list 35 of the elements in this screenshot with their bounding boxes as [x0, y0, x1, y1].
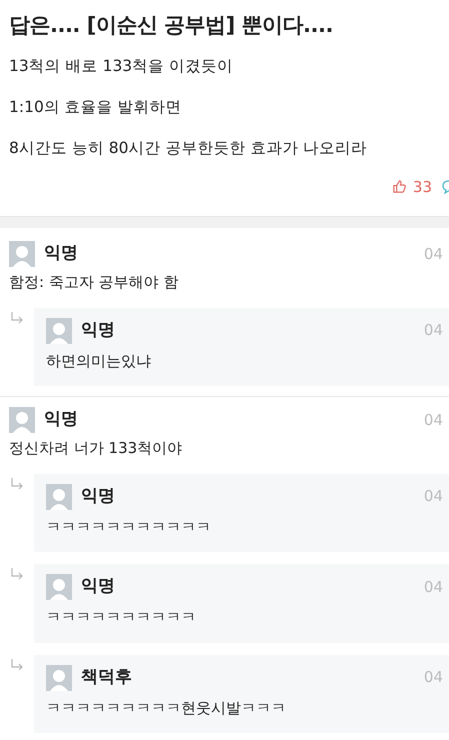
reply-text: ㅋㅋㅋㅋㅋㅋㅋㅋㅋㅋ [46, 607, 197, 628]
avatar-icon [46, 484, 72, 510]
avatar-icon [9, 241, 35, 267]
reply-arrow-icon [10, 658, 24, 670]
author-name: 책덕후 [81, 666, 132, 689]
post-paragraph: 13척의 배로 133척을 이겼듯이 [9, 56, 234, 76]
reply-text: ㅋㅋㅋㅋㅋㅋㅋㅋㅋ현웃시발ㅋㅋㅋ [46, 698, 287, 718]
thumbs-up-icon [392, 179, 407, 194]
avatar-icon [46, 574, 72, 600]
author-name: 익명 [81, 318, 115, 342]
post-paragraph: 8시간도 능히 80시간 공부한듯한 효과가 나오리라 [9, 138, 368, 158]
comment-icon [442, 179, 449, 194]
reply-text: ㅋㅋㅋㅋㅋㅋㅋㅋㅋㅋㅋ [46, 516, 212, 538]
post-paragraph: 1:10의 효율을 발휘하면 [9, 96, 183, 116]
reply-arrow-icon [10, 312, 24, 324]
author-name: 익명 [81, 575, 115, 598]
like-count: 33 [412, 176, 432, 198]
reply-arrow-icon [10, 478, 24, 490]
comment-text: 함정: 죽고자 공부해야 함 [9, 272, 180, 293]
comment-date: 04 [424, 576, 443, 598]
author-name: 익명 [44, 408, 78, 432]
comment-date: 04 [424, 486, 443, 508]
reply-arrow-icon [10, 568, 24, 580]
comment-date: 04 [424, 667, 443, 688]
reply-text: 하면의미는있냐 [46, 350, 152, 372]
comment-date: 04 [424, 244, 443, 265]
avatar-icon [9, 407, 35, 433]
avatar-icon [46, 318, 72, 344]
comment-date: 04 [424, 320, 443, 342]
comment-date: 04 [424, 410, 443, 431]
comment-text: 정신차려 너가 133척이야 [9, 438, 184, 459]
avatar-icon [46, 664, 72, 690]
author-name: 익명 [81, 484, 115, 508]
post-title: 답은.... [이순신 공부법] 뿐이다.... [9, 12, 334, 39]
author-name: 익명 [44, 242, 78, 266]
